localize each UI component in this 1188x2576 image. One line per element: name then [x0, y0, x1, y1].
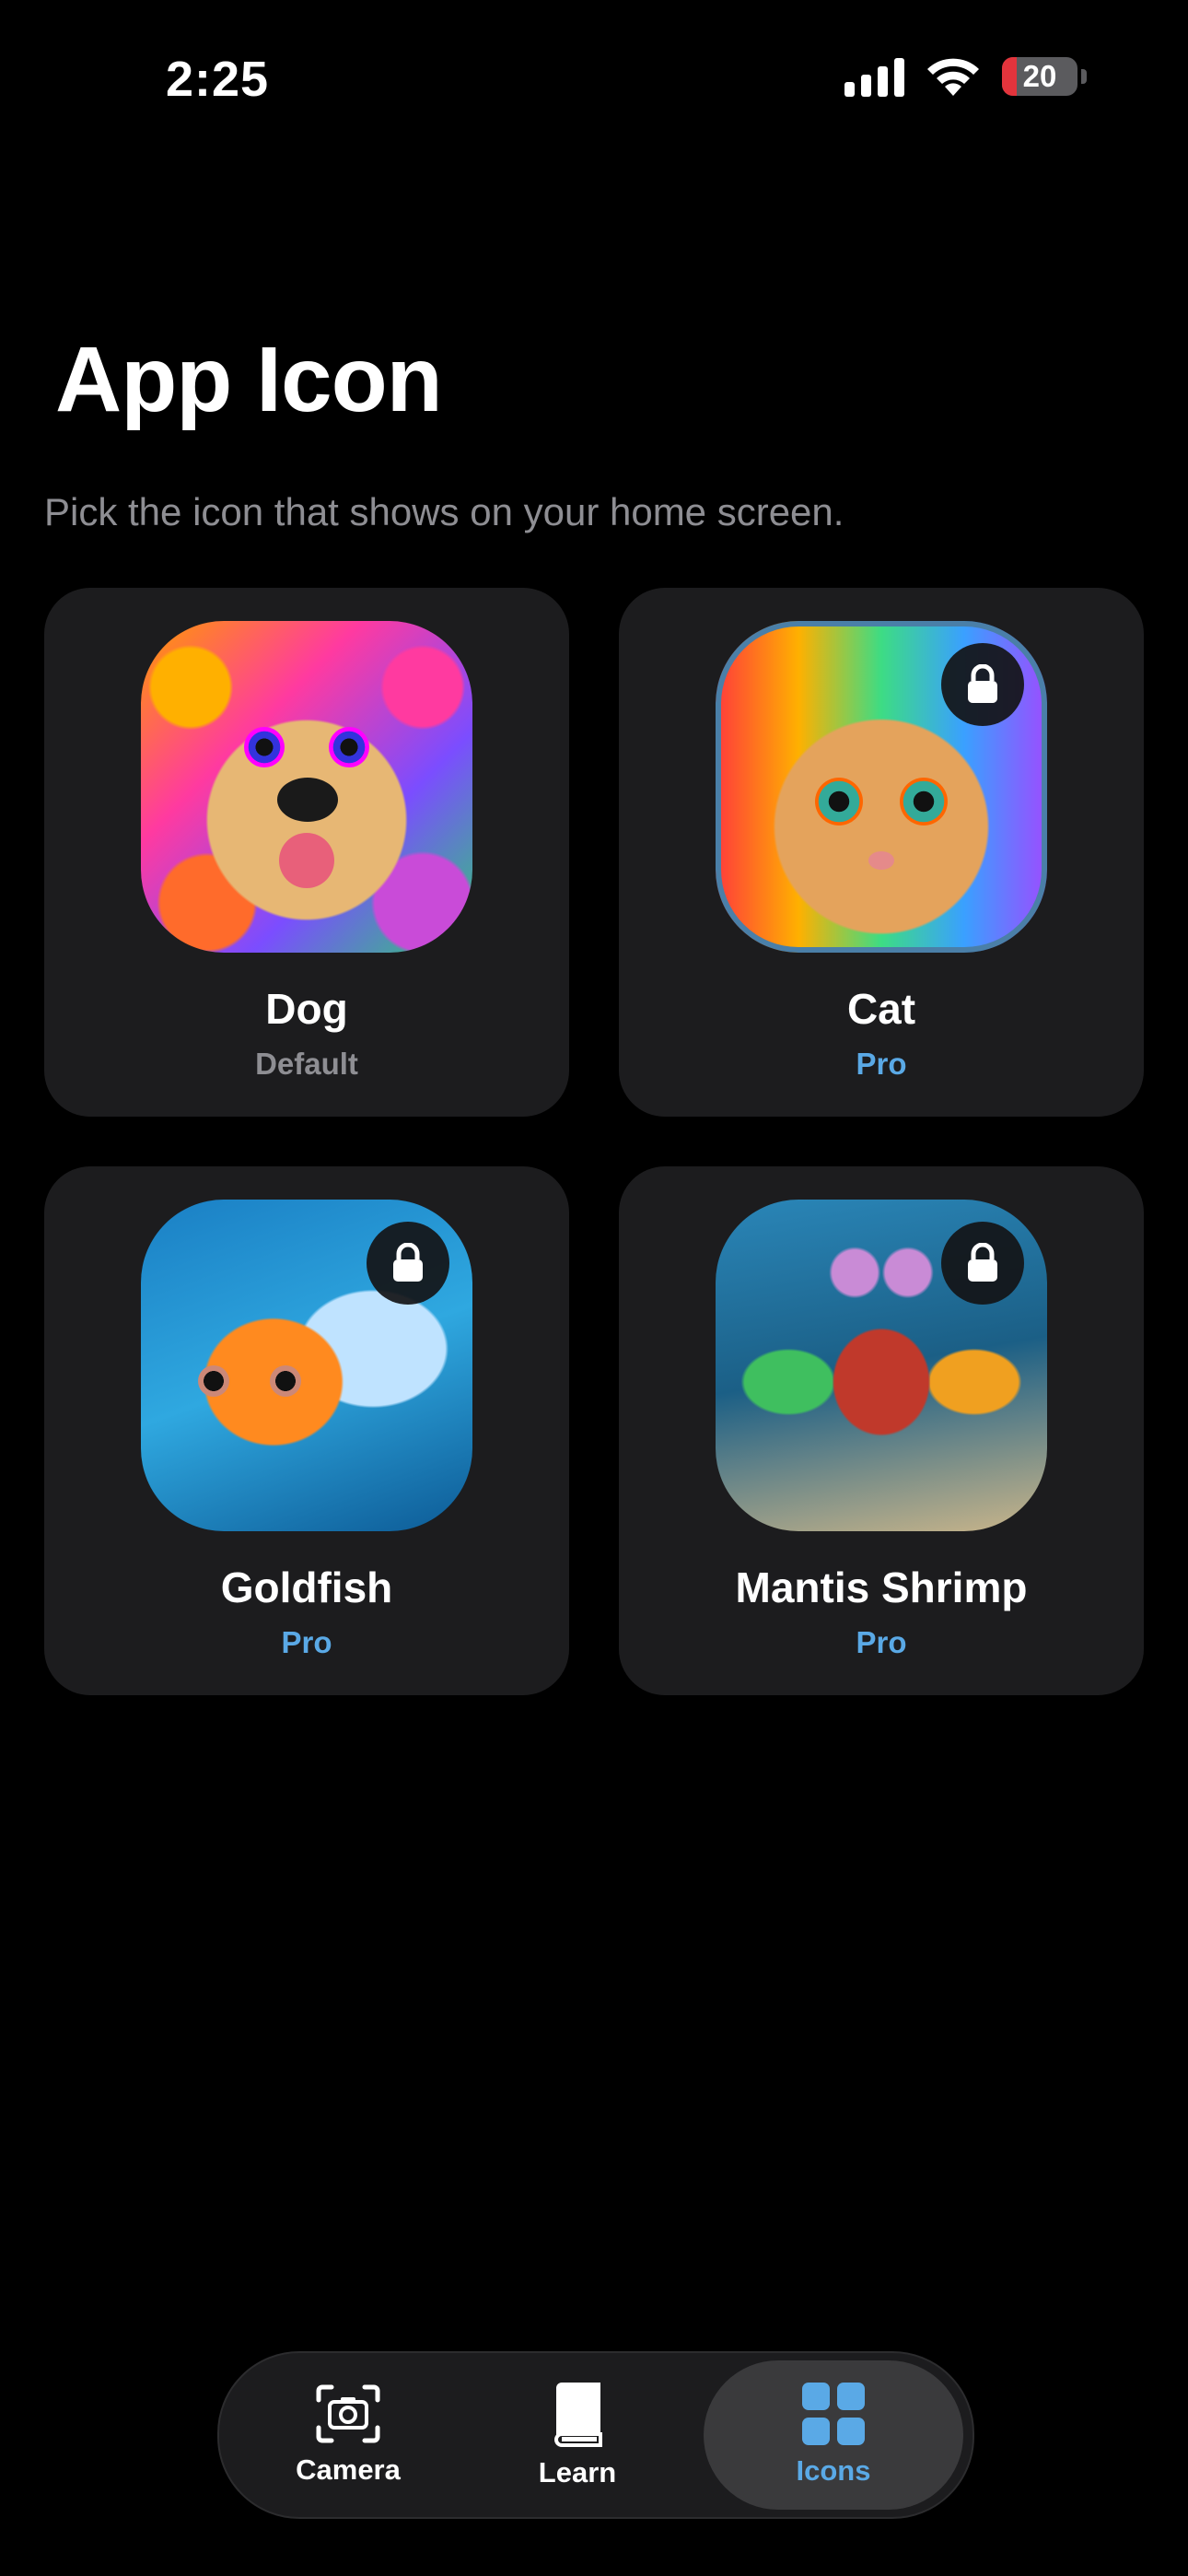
- cat-icon: [716, 621, 1047, 953]
- icon-option-mantis-shrimp[interactable]: Mantis Shrimp Pro: [619, 1166, 1144, 1695]
- grid-icon: [802, 2383, 865, 2445]
- wifi-icon: [927, 58, 979, 96]
- icon-option-cat[interactable]: Cat Pro: [619, 588, 1144, 1117]
- page-subtitle: Pick the icon that shows on your home sc…: [44, 490, 844, 533]
- tab-learn[interactable]: Learn: [457, 2360, 698, 2510]
- icon-name: Dog: [265, 985, 348, 1033]
- icon-grid: Dog Default Cat Pro Goldfish Pro Mantis …: [44, 588, 1144, 1695]
- tab-icons[interactable]: Icons: [704, 2360, 963, 2510]
- battery-tip: [1081, 69, 1087, 84]
- page-title: App Icon: [55, 328, 443, 431]
- icon-name: Cat: [846, 985, 916, 1033]
- pro-badge: Pro: [281, 1625, 332, 1659]
- goldfish-icon: [141, 1200, 472, 1531]
- pro-badge: Pro: [856, 1625, 907, 1659]
- icon-option-goldfish[interactable]: Goldfish Pro: [44, 1166, 569, 1695]
- tab-icons-label: Icons: [796, 2454, 871, 2487]
- cellular-signal-icon: [844, 56, 904, 97]
- lock-icon: [367, 1222, 449, 1305]
- lock-icon: [941, 1222, 1024, 1305]
- icon-name: Mantis Shrimp: [735, 1563, 1028, 1611]
- tab-bar: Camera Learn Icons: [217, 2351, 974, 2519]
- icon-tag: Default: [255, 1047, 358, 1081]
- status-indicators: 20: [844, 55, 1087, 98]
- camera-icon: [316, 2384, 380, 2443]
- pro-badge: Pro: [856, 1047, 907, 1081]
- dog-icon: [141, 621, 472, 953]
- icon-name: Goldfish: [220, 1563, 393, 1611]
- tab-camera-label: Camera: [296, 2453, 401, 2486]
- status-time: 2:25: [166, 52, 270, 107]
- tab-learn-label: Learn: [538, 2456, 617, 2488]
- tab-camera[interactable]: Camera: [219, 2360, 477, 2510]
- battery-level: 20: [1022, 59, 1057, 93]
- mantis-shrimp-icon: [716, 1200, 1047, 1531]
- icon-option-dog[interactable]: Dog Default: [44, 588, 569, 1117]
- battery-icon: 20: [1002, 57, 1077, 96]
- book-icon: [553, 2383, 602, 2447]
- lock-icon: [941, 643, 1024, 726]
